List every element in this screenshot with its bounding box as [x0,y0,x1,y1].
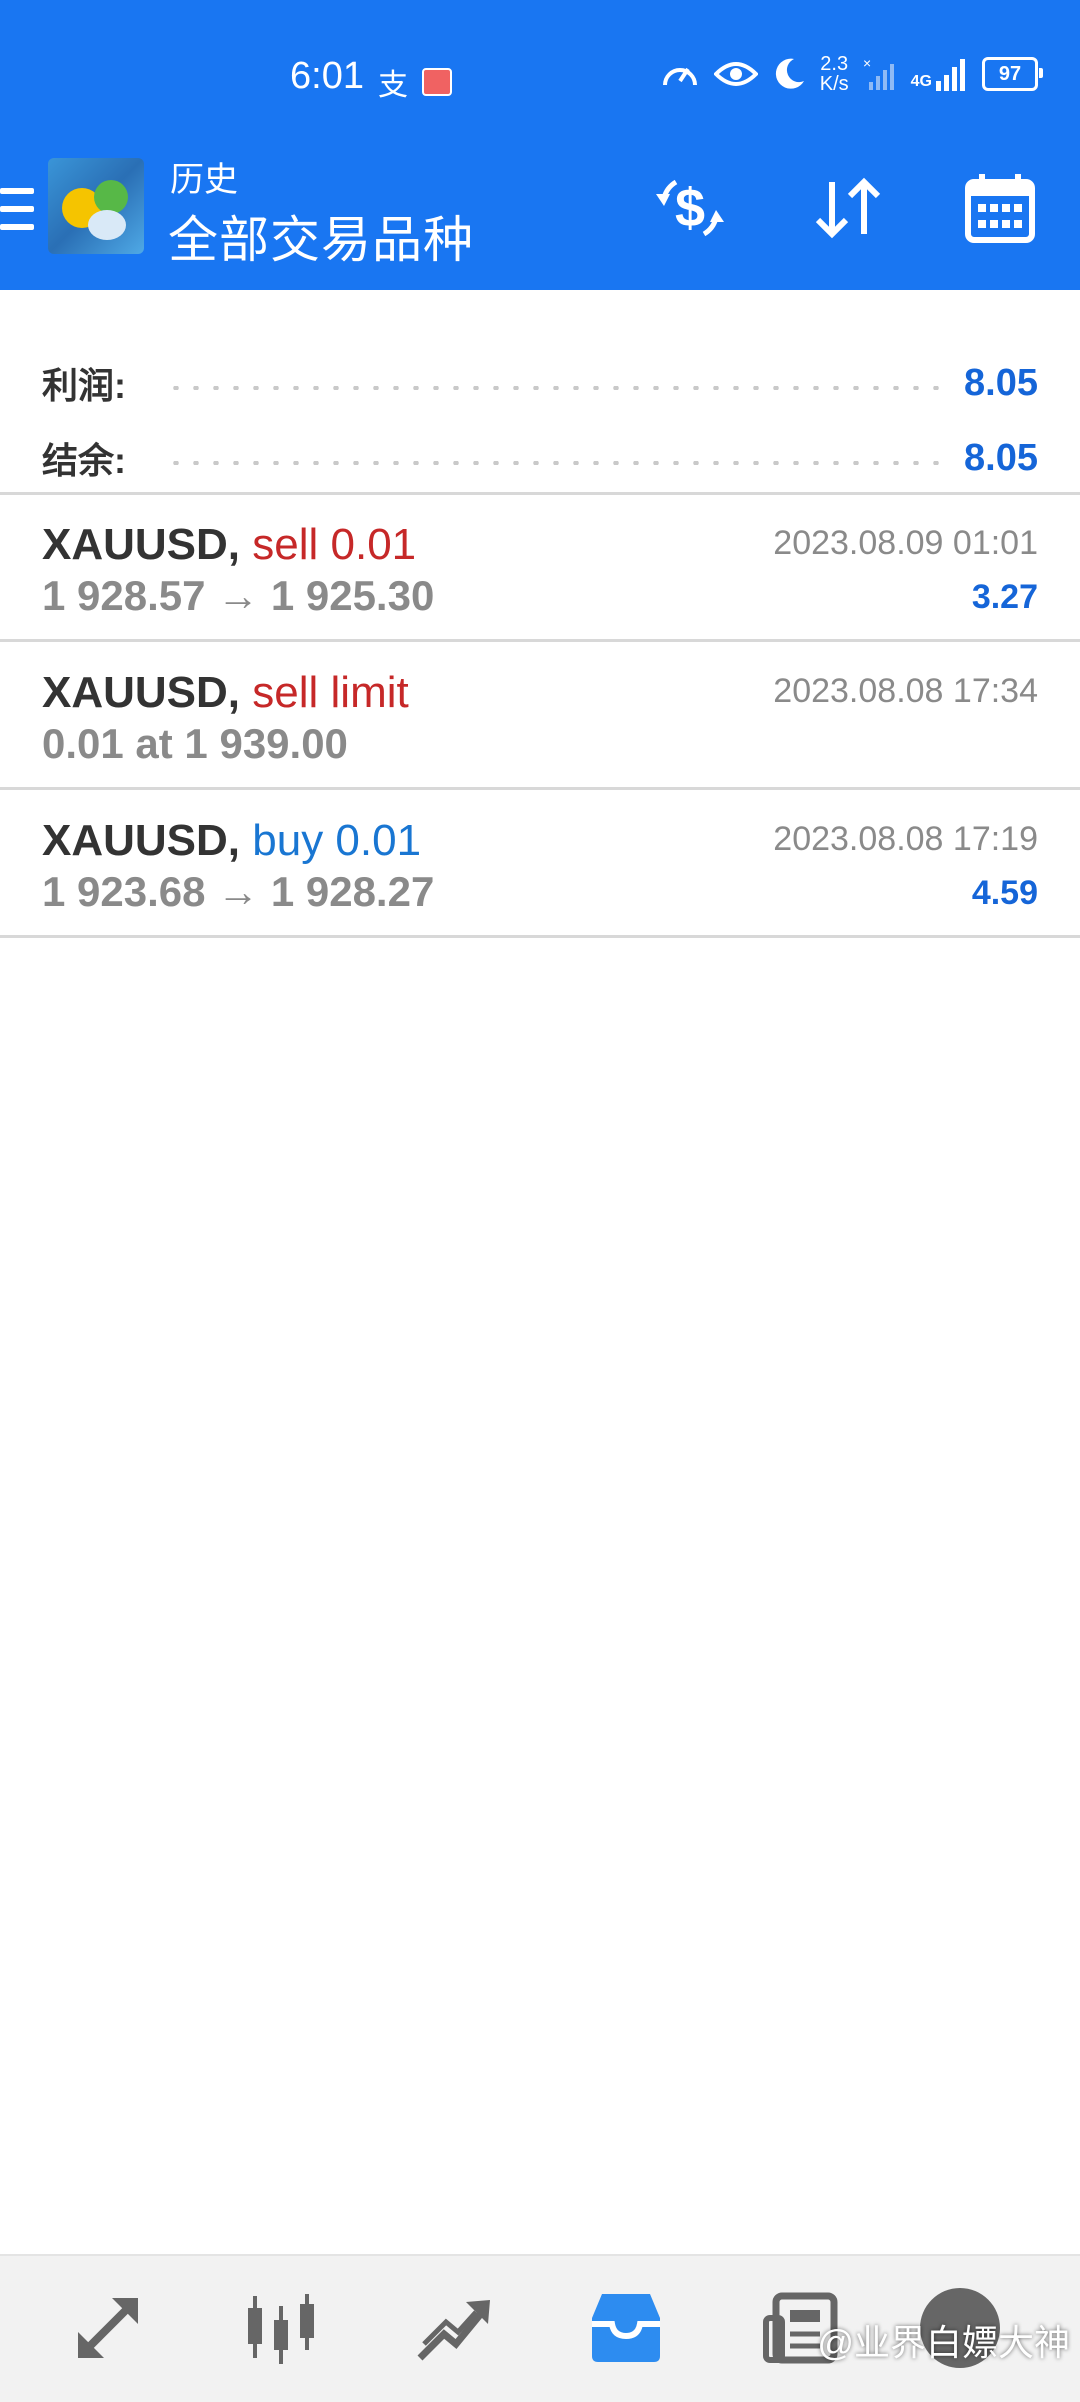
history-icon[interactable] [576,2278,676,2378]
signal-muted-icon: × [863,56,894,90]
deal-time: 2023.08.09 01:01 [773,524,1038,562]
app-logo [48,158,144,254]
deal-action: sell 0.01 [252,520,417,569]
history-list: XAUUSD, sell 0.01 1 928.57 → 1 925.30 20… [0,494,1080,938]
deal-time: 2023.08.08 17:19 [773,820,1038,858]
trade-icon[interactable] [404,2278,504,2378]
watermark: @业界白嫖大神 [817,2322,1070,2363]
deal-action: buy 0.01 [252,816,422,865]
history-summary: 利润: 8.05 结余: 8.05 [0,290,1080,495]
profit-row: 利润: 8.05 [42,353,1038,413]
balance-label: 结余: [42,440,126,481]
chart-icon[interactable] [230,2278,330,2378]
sort-icon[interactable] [808,168,888,248]
history-item[interactable]: XAUUSD, sell limit 0.01 at 1 939.00 2023… [0,642,1080,790]
history-item[interactable]: XAUUSD, sell 0.01 1 928.57 → 1 925.30 20… [0,494,1080,642]
profit-value: 8.05 [964,361,1038,404]
order-time: 2023.08.08 17:34 [773,672,1038,710]
symbol-filter-title[interactable]: 全部交易品种 [168,200,474,272]
svg-text:$: $ [675,178,705,238]
moon-icon [775,58,804,89]
quotes-icon[interactable] [58,2278,158,2378]
deal-prices: 1 923.68 → 1 928.27 [42,868,435,915]
calendar-icon[interactable] [960,168,1040,248]
history-item[interactable]: XAUUSD, buy 0.01 1 923.68 → 1 928.27 202… [0,790,1080,938]
network-speed: 2.3 K/s [819,53,849,95]
status-time: 6:01 [290,55,364,97]
order-details: 0.01 at 1 939.00 [42,720,348,767]
alipay-icon: 支 [378,69,408,102]
profit-label: 利润: [42,365,126,406]
toolbar: 历史 全部交易品种 $ [0,150,1080,290]
page-subtitle: 历史 [170,161,238,199]
eye-icon [713,62,758,86]
dotted-leader [166,461,941,465]
balance-value: 8.05 [964,436,1038,479]
bottom-navigation: @业界白嫖大神 [0,2254,1080,2402]
deal-symbol: XAUUSD, [42,816,241,865]
book-icon [422,68,452,96]
deal-prices: 1 928.57 → 1 925.30 [42,572,435,619]
dotted-leader [166,386,941,390]
currency-exchange-icon[interactable]: $ [650,168,730,248]
status-bar: 6:01 支 2.3 K/s × 4G 97 [0,0,1080,150]
svg-text:×: × [863,56,871,71]
signal-4g-icon: 4G [911,57,968,91]
deal-symbol: XAUUSD, [42,520,241,569]
battery-indicator: 97 [982,57,1043,91]
app-header: 6:01 支 2.3 K/s × 4G 97 历史 全部交易品种 $ [0,0,1080,290]
deal-profit: 4.59 [971,874,1038,912]
speedometer-icon [662,67,697,86]
balance-row: 结余: 8.05 [42,428,1038,488]
order-symbol: XAUUSD, [42,668,241,717]
menu-icon[interactable] [0,188,34,236]
order-action: sell limit [252,668,409,717]
deal-profit: 3.27 [971,578,1038,616]
